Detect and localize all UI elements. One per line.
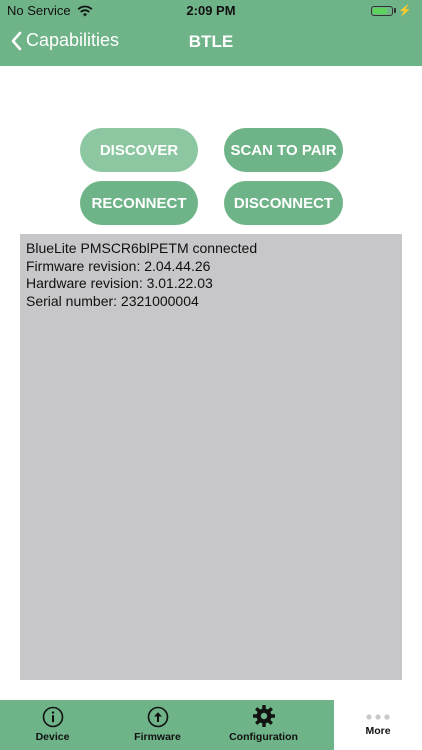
tab-device[interactable]: Device [0,700,105,750]
charging-bolt-icon: ⚡ [398,5,412,17]
tab-more-label: More [365,725,391,737]
tab-configuration-label: Configuration [229,731,298,743]
battery-indicator: ⚡ [371,4,412,17]
scan-to-pair-button[interactable]: SCAN TO PAIR [224,128,343,172]
log-line: Serial number: 2321000004 [26,292,199,309]
tab-device-label: Device [35,731,70,743]
log-line: Firmware revision: 2.04.44.26 [26,257,211,274]
gear-icon [252,705,275,727]
upload-icon [147,706,168,728]
tab-configuration[interactable]: Configuration [211,700,316,750]
chevron-left-icon [11,31,22,50]
log-line: BlueLite PMSCR6blPETM connected [26,240,258,256]
tab-firmware-label: Firmware [134,731,181,743]
tab-firmware[interactable]: Firmware [105,700,210,750]
info-icon [42,706,63,728]
back-button-label: Capabilities [26,30,120,50]
back-button[interactable]: Capabilities [10,30,119,51]
navigation-bar: No Service 2:09 PM ⚡ Capabilities BTLE [0,0,422,66]
disconnect-button[interactable]: DISCONNECT [224,181,343,225]
log-line: Hardware revision: 3.01.22.03 [26,275,213,291]
battery-icon [371,5,394,16]
discover-button[interactable]: DISCOVER [80,128,198,172]
tab-bar: Device Firmware Configuration More [0,700,422,750]
tab-more[interactable]: More [334,700,422,750]
reconnect-button[interactable]: RECONNECT [80,181,198,225]
more-dots-icon [366,714,390,720]
status-time: 2:09 PM [186,3,236,18]
connection-log[interactable]: BlueLite PMSCR6blPETM connected Firmware… [20,234,402,680]
